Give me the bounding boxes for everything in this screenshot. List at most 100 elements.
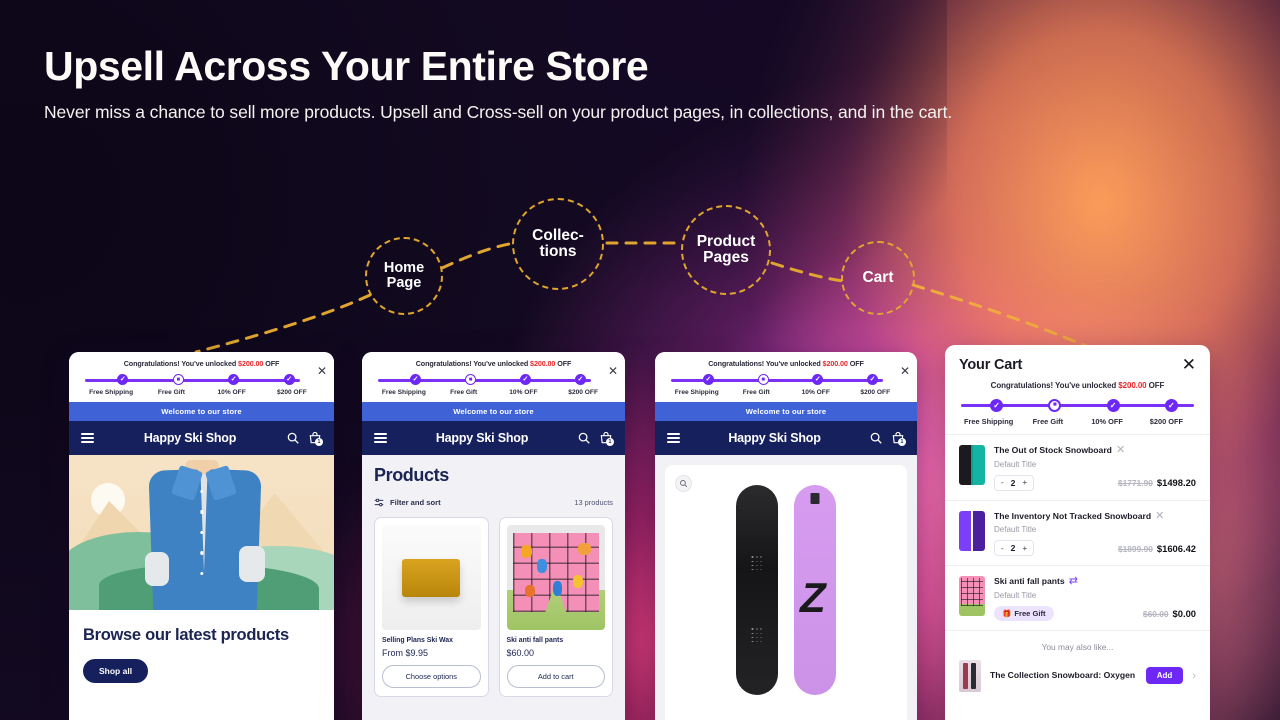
ski-anti-fall-pants-thumb [959, 576, 985, 617]
flow-node-product-pages: Product Pages [681, 205, 771, 295]
cart-item-prices: $1771.90 $1498.20 [1118, 477, 1196, 488]
gift-icon: ■ [468, 376, 473, 383]
product-gallery: Z [665, 465, 907, 720]
promo-close-button[interactable]: ✕ [317, 365, 327, 377]
store-brand-name: Happy Ski Shop [435, 431, 529, 445]
cart-line-item: The Inventory Not Tracked Snowboard ✕ De… [945, 499, 1210, 566]
gift-icon: ■ [176, 376, 181, 383]
promo-step-marker-1: ✓ [990, 399, 1004, 412]
cart-item-old-price: $1899.90 [1117, 543, 1153, 554]
mockup-home-page: Congratulations! You've unlocked $200.00… [69, 352, 334, 720]
promo-track: ✓ ■ ✓ ✓ [378, 374, 607, 386]
pants-blotch [573, 575, 583, 588]
promo-message-suffix: OFF [1146, 381, 1165, 390]
remove-item-icon[interactable]: ✕ [1151, 510, 1164, 522]
promo-step-label-1: Free Shipping [381, 389, 426, 396]
promo-step-label-3: 10% OFF [217, 389, 246, 396]
pants-blotch [536, 559, 547, 573]
shopping-bag-icon[interactable]: 1 [308, 431, 323, 446]
quantity-stepper[interactable]: - 2 + [994, 474, 1035, 491]
hamburger-icon[interactable] [81, 432, 94, 444]
promo-step-labels: Free Shipping Free Gift 10% OFF $200 OFF [959, 417, 1196, 426]
check-icon: ✓ [993, 400, 1000, 410]
filter-and-sort-button[interactable]: Filter and sort [374, 498, 441, 507]
ski-wax-bar-image [382, 525, 481, 630]
product-price: From $9.95 [382, 648, 429, 658]
promo-step-marker-2: ■ [172, 374, 184, 385]
free-gift-label: Free Gift [1014, 608, 1046, 618]
chevron-right-icon[interactable]: › [1192, 670, 1196, 682]
cart-item-title: Ski anti fall pants [994, 576, 1065, 587]
cart-item-body: Ski anti fall pants ⇄ Default Title 🎁 Fr… [994, 576, 1196, 621]
product-grid: Selling Plans Ski Wax From $9.95 Choose … [374, 517, 613, 697]
promo-step-label-2: Free Gift [742, 389, 770, 396]
search-icon[interactable] [869, 431, 883, 445]
promo-step-label-1: Free Shipping [674, 389, 719, 396]
filter-and-sort-label: Filter and sort [390, 498, 441, 507]
product-card[interactable]: Ski anti fall pants $60.00 Add to cart [498, 517, 613, 697]
shopping-bag-icon[interactable]: 1 [891, 431, 906, 446]
quantity-increase[interactable]: + [1022, 478, 1027, 487]
check-icon: ✓ [869, 376, 876, 383]
mockup-collections-page: Congratulations! You've unlocked $200.00… [362, 352, 625, 720]
promo-step-label-2: Free Gift [1032, 417, 1064, 426]
quantity-decrease[interactable]: - [1001, 544, 1004, 553]
hamburger-icon[interactable] [667, 432, 680, 444]
promo-step-label-3: 10% OFF [1091, 417, 1123, 426]
promo-amount: $200.00 [238, 359, 264, 368]
promo-close-button[interactable]: ✕ [900, 365, 910, 377]
board-logo: Z [800, 574, 826, 621]
model-illustration [137, 460, 267, 610]
filter-row: Filter and sort 13 products [374, 498, 613, 507]
recommendations-heading: You may also like... [945, 629, 1210, 660]
product-count: 13 products [574, 498, 613, 507]
cart-header: Your Cart ✕ [945, 345, 1210, 375]
flow-node-collections-line1: Collec- [532, 227, 584, 245]
promo-step-labels: Free Shipping Free Gift 10% OFF $200 OFF [374, 389, 613, 396]
cart-item-controls: - 2 + $1771.90 $1498.20 [994, 474, 1196, 491]
swap-icon[interactable]: ⇄ [1065, 576, 1078, 587]
cart-item-title: The Inventory Not Tracked Snowboard [994, 510, 1152, 521]
add-recommendation-button[interactable]: Add [1145, 667, 1184, 685]
quantity-decrease[interactable]: - [1001, 478, 1004, 487]
model-hand-right [238, 546, 265, 582]
cart-item-variant: Default Title [994, 590, 1037, 600]
promo-step-labels: Free Shipping Free Gift 10% OFF $200 OFF [667, 389, 905, 396]
cart-count-badge: 1 [315, 438, 323, 446]
promo-step-marker-1: ✓ [702, 374, 714, 385]
cart-line-item: Ski anti fall pants ⇄ Default Title 🎁 Fr… [945, 565, 1210, 630]
choose-options-button[interactable]: Choose options [382, 665, 481, 688]
promo-amount: $200.00 [1118, 381, 1147, 390]
product-card[interactable]: Selling Plans Ski Wax From $9.95 Choose … [374, 517, 489, 697]
check-icon: ✓ [577, 376, 584, 383]
quantity-stepper[interactable]: - 2 + [994, 540, 1035, 557]
promo-close-button[interactable]: ✕ [608, 365, 618, 377]
quantity-increase[interactable]: + [1022, 544, 1027, 553]
quantity-value: 2 [1010, 543, 1016, 554]
close-icon[interactable]: ✕ [1182, 356, 1196, 373]
check-icon: ✓ [286, 376, 293, 383]
hamburger-icon[interactable] [374, 432, 387, 444]
pants-blotch [552, 581, 562, 596]
remove-item-icon[interactable]: ✕ [1112, 445, 1125, 456]
check-icon: ✓ [119, 376, 126, 383]
shop-all-button[interactable]: Shop all [83, 658, 149, 683]
add-to-cart-button[interactable]: Add to cart [506, 665, 605, 688]
mockup-product-page: Congratulations! You've unlocked $200.00… [655, 352, 917, 720]
hero-text-block: Upsell Across Your Entire Store Never mi… [44, 44, 1224, 123]
collection-content: Products Filter and sort 13 products Sel… [362, 455, 625, 720]
inventory-not-tracked-snowboard-thumb [959, 510, 985, 551]
shopping-bag-icon[interactable]: 1 [599, 431, 614, 446]
promo-step-marker-4: ✓ [574, 374, 586, 385]
promo-message-prefix: Congratulations! You've unlocked [415, 359, 531, 368]
promo-step-marker-4: ✓ [283, 374, 295, 385]
search-icon[interactable] [577, 431, 591, 445]
promo-step-label-1: Free Shipping [963, 417, 1014, 426]
gift-icon: ■ [761, 376, 765, 383]
cart-item-body: The Inventory Not Tracked Snowboard ✕ De… [994, 510, 1196, 557]
pants-blotch [578, 543, 591, 555]
search-icon[interactable] [286, 431, 300, 445]
cart-title: Your Cart [959, 356, 1023, 373]
purple-snowboard-image: Z [794, 485, 836, 695]
check-icon: ✓ [705, 376, 712, 383]
